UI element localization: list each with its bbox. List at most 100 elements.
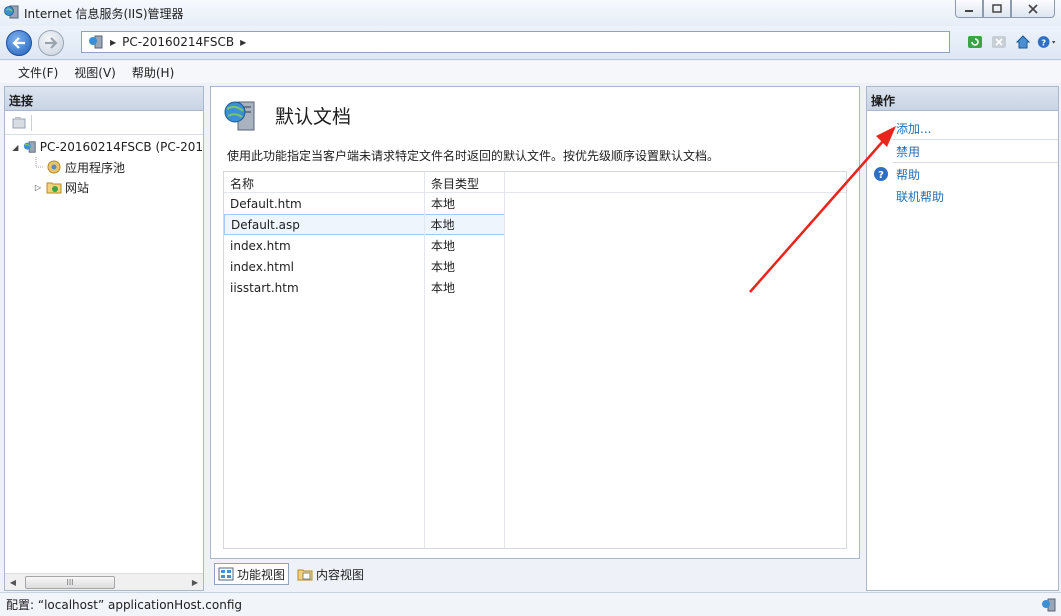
feature-title: 默认文档 [275, 105, 352, 128]
document-name: Default.htm [230, 196, 302, 211]
feature-panel: 默认文档 使用此功能指定当客户端未请求特定文件名时返回的默认文件。按优先级顺序设… [210, 86, 860, 559]
server-icon [23, 141, 36, 153]
features-view-tab[interactable]: 功能视图 [214, 563, 290, 585]
restore-icon [992, 4, 1002, 13]
menu-help[interactable]: 帮助(H) [124, 64, 182, 81]
tree-item-label: 应用程序池 [65, 160, 126, 175]
list-header: 名称 条目类型 [224, 172, 846, 193]
help-icon: ? [1037, 36, 1056, 48]
actions-panel: 操作 添加... 禁用 ? 帮助 联机帮助 [866, 86, 1059, 591]
entry-type: 本地 [431, 281, 456, 295]
svg-text:?: ? [878, 170, 884, 181]
content-view-icon [297, 569, 313, 581]
action-help[interactable]: ? 帮助 [867, 163, 1058, 185]
address-toolbar: ▶ PC-20160214FSCB ▶ ? [0, 26, 1061, 60]
server-icon [89, 35, 103, 49]
entry-type: 本地 [431, 239, 456, 253]
address-bar[interactable]: ▶ PC-20160214FSCB ▶ [81, 31, 950, 53]
column-header-type[interactable]: 条目类型 [425, 172, 505, 192]
entry-type: 本地 [431, 197, 456, 211]
connections-panel: 连接 ◢ PC-20160214FSCB (PC-201 应用程序池 ▷ 网站 … [4, 86, 204, 591]
stop-button[interactable] [989, 32, 1009, 52]
document-name: iisstart.htm [230, 280, 299, 295]
window-title: Internet 信息服务(IIS)管理器 [24, 7, 184, 21]
connections-header: 连接 [5, 87, 203, 111]
server-status-icon [1042, 598, 1056, 612]
feature-description: 使用此功能指定当客户端未请求特定文件名时返回的默认文件。按优先级顺序设置默认文档… [227, 149, 720, 163]
minimize-icon [965, 9, 973, 12]
svg-text:?: ? [1041, 37, 1046, 47]
status-text: 配置: “localhost” applicationHost.config [6, 598, 243, 612]
column-header-name[interactable]: 名称 [224, 172, 425, 192]
list-item[interactable]: index.html 本地 [224, 256, 846, 277]
title-bar: Internet 信息服务(IIS)管理器 [0, 0, 1061, 26]
default-documents-list: 名称 条目类型 Default.htm 本地 Default.asp 本地 in… [223, 171, 847, 549]
actions-header: 操作 [867, 87, 1058, 111]
action-add[interactable]: 添加... [867, 117, 1058, 139]
horizontal-scrollbar[interactable]: ◀ III ▶ [5, 573, 203, 590]
refresh-icon [968, 36, 982, 48]
app-pool-icon [47, 160, 61, 174]
home-button[interactable] [1013, 32, 1033, 52]
home-icon [1015, 35, 1031, 49]
default-document-icon [224, 101, 255, 131]
breadcrumb-separator-icon[interactable]: ▶ [240, 38, 246, 47]
stop-icon [992, 36, 1006, 48]
tree-item-sites[interactable]: ▷ 网站 [5, 177, 203, 197]
collapse-icon[interactable]: ◢ [11, 143, 20, 152]
connections-toolbar [5, 111, 203, 135]
entry-type: 本地 [431, 260, 456, 274]
toolbar-icons: ? [965, 32, 1057, 52]
online-help-link[interactable]: 联机帮助 [896, 188, 944, 205]
list-item[interactable]: iisstart.htm 本地 [224, 277, 846, 298]
document-name: index.htm [230, 238, 291, 253]
minimize-button[interactable] [955, 0, 983, 18]
help-icon: ? [874, 167, 888, 181]
arrow-right-icon [45, 37, 58, 49]
help-menu-button[interactable]: ? [1037, 32, 1057, 52]
connect-icon[interactable] [11, 115, 27, 131]
scroll-left-icon[interactable]: ◀ [5, 578, 21, 587]
tree-item-app-pools[interactable]: 应用程序池 [5, 157, 203, 177]
tree-item-label: 网站 [65, 180, 90, 195]
tree-connector-icon [35, 157, 43, 168]
column-divider [424, 172, 425, 548]
action-online-help[interactable]: 联机帮助 [867, 185, 1058, 207]
action-disable[interactable]: 禁用 [867, 140, 1058, 162]
toolbar-divider [31, 114, 32, 131]
add-link[interactable]: 添加... [896, 120, 931, 137]
forward-button[interactable] [38, 30, 64, 56]
tree-item-label: PC-20160214FSCB (PC-201 [39, 140, 203, 154]
breadcrumb-server[interactable]: PC-20160214FSCB [122, 35, 234, 49]
document-name: index.html [230, 259, 294, 274]
breadcrumb-separator-icon: ▶ [110, 37, 117, 47]
close-icon [1028, 3, 1038, 14]
disable-link[interactable]: 禁用 [896, 143, 920, 160]
features-view-icon [218, 567, 234, 581]
help-link[interactable]: 帮助 [896, 166, 920, 183]
feature-header: 默认文档 [223, 97, 351, 133]
list-item[interactable]: Default.htm 本地 [224, 193, 846, 214]
menu-view[interactable]: 视图(V) [66, 64, 124, 81]
arrow-left-icon [12, 37, 25, 49]
iis-app-icon [4, 5, 19, 19]
column-divider [504, 172, 505, 548]
close-button[interactable] [1011, 0, 1055, 18]
window-controls [955, 0, 1055, 18]
list-item-selected[interactable]: Default.asp 本地 [224, 214, 505, 235]
content-view-tab[interactable]: 内容视图 [293, 563, 368, 585]
tree-item-server[interactable]: ◢ PC-20160214FSCB (PC-201 [5, 137, 203, 157]
refresh-button[interactable] [965, 32, 985, 52]
view-switcher: 功能视图 内容视图 [214, 563, 368, 585]
document-name: Default.asp [231, 217, 300, 232]
maximize-button[interactable] [983, 0, 1011, 18]
expand-icon[interactable]: ▷ [33, 183, 43, 192]
list-item[interactable]: index.htm 本地 [224, 235, 846, 256]
features-view-label: 功能视图 [237, 567, 286, 582]
back-button[interactable] [6, 30, 32, 56]
sites-folder-icon [46, 182, 62, 194]
scroll-thumb[interactable]: III [25, 575, 115, 589]
scroll-right-icon[interactable]: ▶ [187, 578, 203, 587]
menu-file[interactable]: 文件(F) [10, 64, 66, 81]
status-bar: 配置: “localhost” applicationHost.config [0, 592, 1061, 616]
